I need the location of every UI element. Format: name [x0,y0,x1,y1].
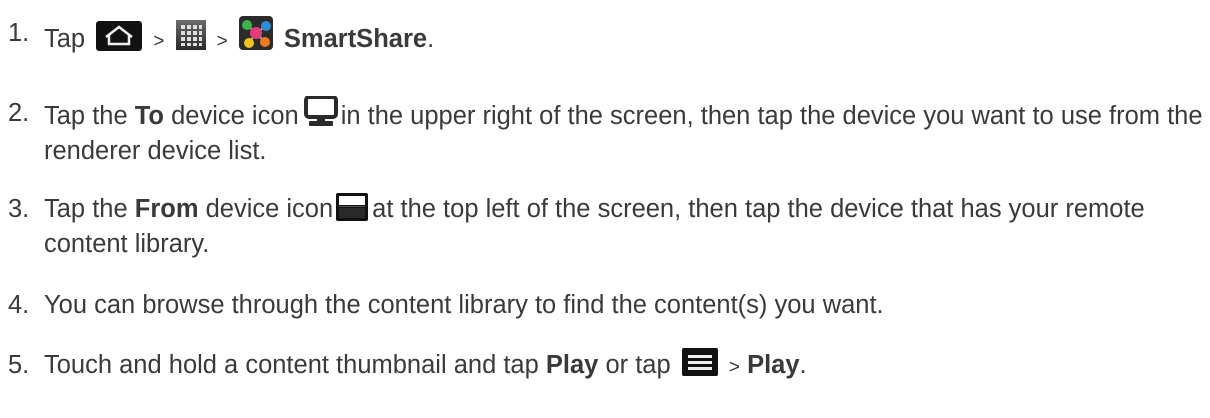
step-text: Tap > > SmartShare. [44,16,1203,59]
monitor-device-icon [303,96,338,128]
step-text: Touch and hold a content thumbnail and t… [44,348,1203,385]
apps-grid-icon [175,20,206,50]
home-icon [96,21,143,51]
server-device-icon [336,193,369,221]
smartshare-app-icon [238,16,273,50]
step-1: 1. Tap > > SmartShare. [8,16,1203,59]
step-number: 2. [8,99,30,127]
step-text: Tap the From device icon at the top left… [44,193,1145,258]
menu-icon [681,348,718,376]
step-number: 4. [8,291,30,319]
step-text: Tap the To device icon in the upper righ… [44,96,1203,169]
step-number: 5. [8,351,30,379]
step-number: 3. [8,195,30,223]
step-2: 2. Tap the To device icon in the upper r… [8,96,1203,169]
step-4: 4. You can browse through the content li… [8,288,1203,323]
step-text: You can browse through the content libra… [44,291,884,319]
step-5: 5. Touch and hold a content thumbnail an… [8,348,1203,385]
step-3: 3. Tap the From device icon at the top l… [8,192,1203,262]
step-number: 1. [8,19,30,47]
